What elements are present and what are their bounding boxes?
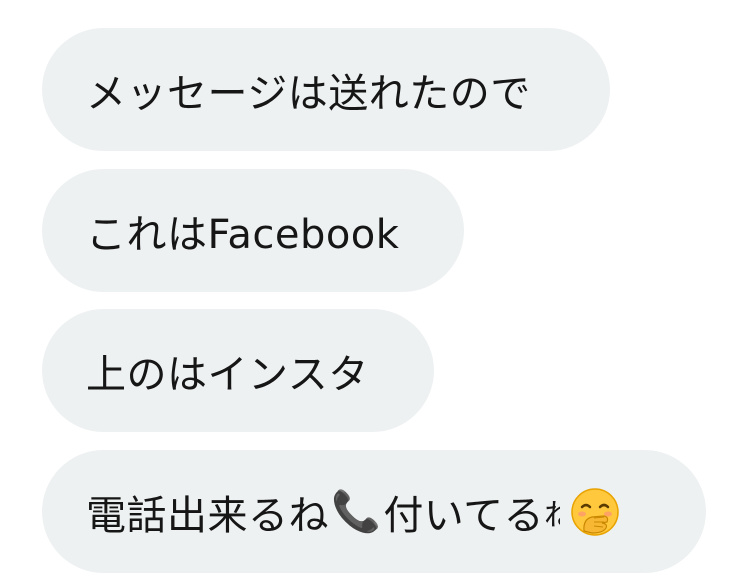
message-text: メッセージは送れたので — [86, 70, 531, 117]
face-with-hand-over-mouth-icon — [570, 487, 620, 537]
telephone-receiver-icon: 📞 — [331, 488, 382, 535]
chat-thread: メッセージは送れたので これはFacebook 上のはインスタ 電話出来るね 📞… — [0, 0, 756, 582]
message-text: 付いてる — [383, 492, 545, 539]
message-text: 上のはインスタ — [86, 351, 369, 398]
message-bubble[interactable]: 上のはインスタ — [42, 309, 434, 432]
message-text: これはFacebook — [86, 211, 400, 258]
message-text: 電話出来るね — [86, 492, 329, 539]
message-bubble[interactable]: 電話出来るね 📞 付いてる ね — [42, 450, 706, 573]
truncated-glyph: ね — [544, 497, 561, 533]
message-bubble[interactable]: メッセージは送れたので — [42, 28, 610, 151]
message-bubble[interactable]: これはFacebook — [42, 169, 464, 292]
